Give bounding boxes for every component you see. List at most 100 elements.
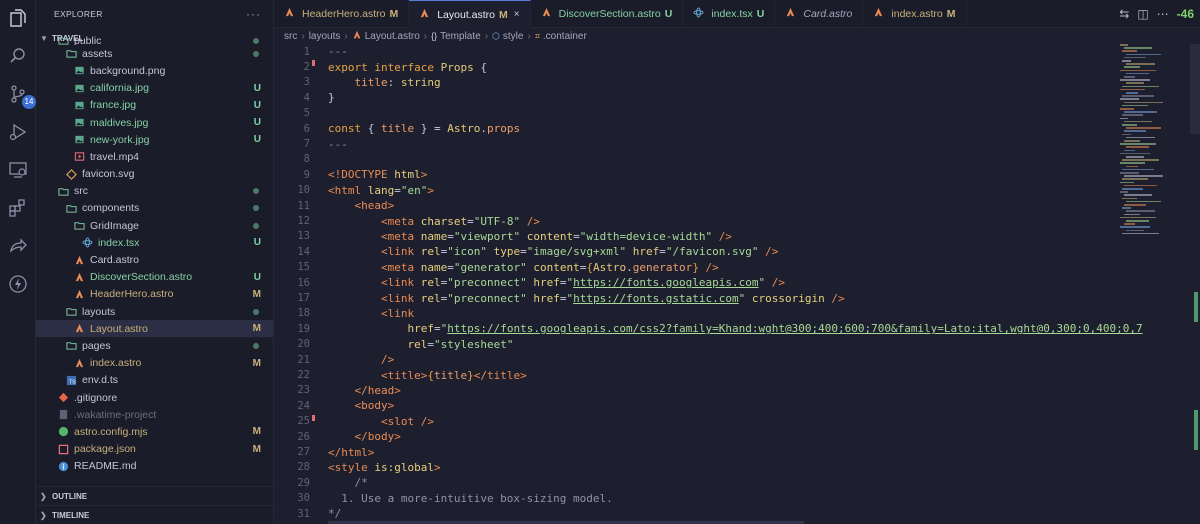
code-editor[interactable]: 1 --- 2 export interface Props {3 title: st… [274,44,1200,524]
file-tree-item[interactable]: TS env.d.ts [36,372,273,389]
breadcrumb-item[interactable]: layouts [309,31,341,42]
file-tree-item[interactable]: Card.astro [36,251,273,268]
code-line[interactable]: 22 <title>{title}</title> [274,367,1200,382]
code-line[interactable]: 8 [274,152,1200,167]
remote-explorer-icon[interactable] [6,158,30,182]
code-line[interactable]: 31 */ [274,506,1200,521]
minimap-line [1120,69,1156,72]
code-line[interactable]: 15 <meta name="generator" content={Astro… [274,260,1200,275]
minimap-line [1124,175,1163,177]
run-debug-icon[interactable] [6,120,30,144]
more-icon[interactable]: ⋯ [1157,7,1169,21]
compare-icon[interactable]: ⇆ [1119,7,1129,21]
minimap-line [1120,98,1140,100]
file-tree-item[interactable]: index.astro M [36,355,273,372]
close-icon[interactable]: × [514,9,520,20]
editor-tab[interactable]: DiscoverSection.astro U [531,0,684,28]
lightning-icon[interactable] [6,272,30,296]
minimap-line [1126,63,1155,65]
code-line[interactable]: 11 <head> [274,198,1200,213]
file-tree-item[interactable]: pages [36,337,273,354]
more-actions-icon[interactable]: ··· [246,7,261,21]
react-file-icon [693,7,707,21]
code-line[interactable]: 30 1. Use a more-intuitive box-sizing mo… [274,491,1200,506]
code-line[interactable]: 29 /* [274,475,1200,490]
editor-tab[interactable]: HeaderHero.astro M [274,0,410,28]
file-tree-item[interactable]: DiscoverSection.astro U [36,269,273,286]
file-tree-item[interactable]: background.png [36,62,273,79]
editor-tab[interactable]: index.tsx U [683,0,776,28]
code-line[interactable]: 20 rel="stylesheet" [274,337,1200,352]
code-line[interactable]: 13 <meta name="viewport" content="width=… [274,229,1200,244]
file-tree-item[interactable]: README.md [36,458,273,475]
file-tree-item[interactable]: layouts [36,303,273,320]
git-status-badge: M [252,443,261,455]
code-line[interactable]: 26 </body> [274,429,1200,444]
code-line[interactable]: 4} [274,90,1200,105]
extensions-icon[interactable] [6,196,30,220]
split-editor-icon[interactable]: ◫ [1137,7,1148,21]
file-tree-item[interactable]: GridImage [36,217,273,234]
file-tree-item[interactable]: maldives.jpg U [36,114,273,131]
file-tree-item[interactable]: Layout.astro M [36,320,273,338]
change-dot [253,308,259,315]
breadcrumb-item[interactable]: style [503,31,524,42]
code-line[interactable]: 5 [274,106,1200,121]
code-line[interactable]: 23 </head> [274,383,1200,398]
file-tree-label: HeaderHero.astro [90,288,174,301]
file-tree-item[interactable]: new-york.jpg U [36,131,273,148]
timeline-section[interactable]: ❯ TIMELINE [36,505,273,524]
file-tree-item[interactable]: package.json M [36,441,273,458]
breadcrumb-item[interactable]: Layout.astro [365,31,420,42]
breadcrumb-item[interactable]: .container [543,31,587,42]
explorer-icon[interactable] [6,6,30,30]
live-share-icon[interactable] [6,234,30,258]
code-line[interactable]: 14 <link rel="icon" type="image/svg+xml"… [274,244,1200,259]
code-line[interactable]: 28 <style is:global> [274,460,1200,475]
file-tree-item[interactable]: components [36,200,273,217]
file-tree-item[interactable]: california.jpg U [36,80,273,97]
editor-tab[interactable]: Layout.astro M × [409,0,531,28]
file-tree-item[interactable]: france.jpg U [36,97,273,114]
code-line[interactable]: 10 <html lang="en"> [274,183,1200,198]
editor-tab[interactable]: Card.astro [775,0,864,28]
file-tree-item[interactable]: .wakatime-project [36,406,273,423]
source-control-icon[interactable]: 14 [6,82,36,109]
breadcrumb-item[interactable]: Template [440,31,481,42]
code-line[interactable]: 17 <link rel="preconnect" href="https://… [274,290,1200,305]
code-line[interactable]: 2 export interface Props { [274,59,1200,74]
code-text: </html> [328,445,375,459]
code-line[interactable]: 21 /> [274,352,1200,367]
code-line[interactable]: 3 title: string [274,75,1200,90]
file-tree-item[interactable]: travel.mp4 [36,148,273,165]
file-tree-item[interactable]: favicon.svg [36,166,273,183]
search-icon[interactable] [6,44,30,68]
file-tree-item[interactable]: astro.config.mjs M [36,423,273,440]
code-line[interactable]: 24 <body> [274,398,1200,413]
code-line[interactable]: 7 --- [274,136,1200,151]
outline-section[interactable]: ❯ OUTLINE [36,486,273,505]
file-tree-item[interactable]: public [36,36,273,45]
code-line[interactable]: 6 const { title } = Astro.props [274,121,1200,136]
breadcrumb-item[interactable]: src [284,31,297,42]
file-tree-item[interactable]: src [36,183,273,200]
code-line[interactable]: 18 <link [274,306,1200,321]
git-status-badge: U [253,117,261,129]
code-line[interactable]: 16 <link rel="preconnect" href="https://… [274,275,1200,290]
code-line[interactable]: 1 --- [274,44,1200,59]
line-number: 4 [303,91,310,104]
code-line[interactable]: 27 </html> [274,444,1200,459]
editor-tab[interactable]: index.astro M [863,0,967,28]
file-tree-label: assets [82,47,113,60]
file-tree-item[interactable]: HeaderHero.astro M [36,286,273,303]
file-tree-item[interactable]: .gitignore [36,389,273,406]
file-tree-item[interactable]: index.tsx U [36,234,273,251]
code-line[interactable]: 25 <slot /> [274,414,1200,429]
readme-file-icon [56,460,70,472]
code-line[interactable]: 9 <!DOCTYPE html> [274,167,1200,182]
minimap[interactable] [1118,44,1190,244]
code-line[interactable]: 12 <meta charset="UTF-8" /> [274,213,1200,228]
code-line[interactable]: 19 href="https://fonts.googleapis.com/cs… [274,321,1200,336]
editor-scrollbar[interactable] [1190,44,1200,134]
file-tree-item[interactable]: assets [36,45,273,62]
